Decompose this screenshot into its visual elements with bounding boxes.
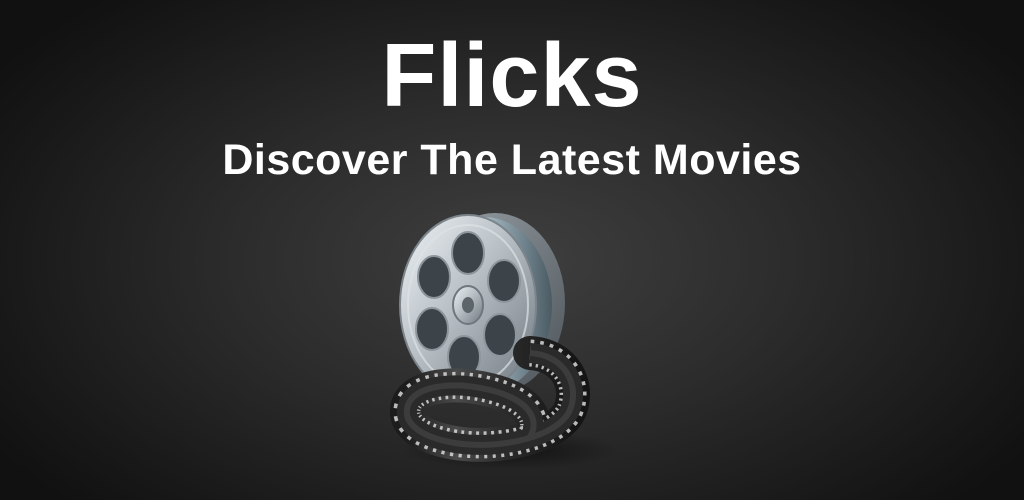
film-reel-icon	[380, 205, 650, 475]
app-tagline: Discover The Latest Movies	[222, 136, 802, 184]
app-title: Flicks	[381, 26, 643, 126]
promo-banner: Flicks Discover The Latest Movies	[0, 0, 1024, 500]
